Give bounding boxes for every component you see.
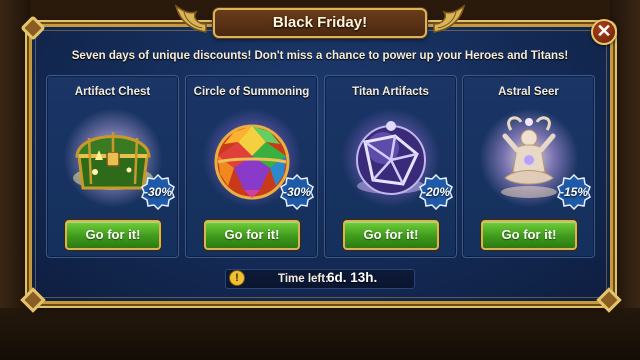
go-for-it-button[interactable]: Go for it! (65, 220, 161, 250)
time-left-value: 6d. 13h. (327, 270, 378, 285)
warning-icon: ! (229, 270, 245, 286)
offer-card-artifact-chest: Artifact Chest -30% Go for it! (46, 75, 179, 258)
offer-card-circle-of-summoning: Circle of Summoning -30% Go for it! (185, 75, 318, 258)
go-for-it-button[interactable]: Go for it! (481, 220, 577, 250)
game-screen: Black Friday! ✕ Seven days of unique dis… (0, 0, 640, 360)
offer-card-titan-artifacts: Titan Artifacts -20% Go for it! (324, 75, 457, 258)
dialog-subtitle: Seven days of unique discounts! Don't mi… (71, 50, 569, 62)
discount-label: -15% (559, 185, 588, 199)
left-wing-ornament-icon (174, 4, 207, 33)
discount-label: -30% (143, 185, 172, 199)
offer-title: Astral Seer (498, 86, 559, 98)
offer-card-astral-seer: Astral Seer -15% Go for it! (462, 75, 595, 258)
background-bottom (0, 308, 640, 360)
go-for-it-button[interactable]: Go for it! (343, 220, 439, 250)
offer-title: Circle of Summoning (193, 86, 310, 98)
offer-title: Titan Artifacts (352, 86, 429, 98)
discount-label: -30% (282, 185, 311, 199)
time-left-label: Time left: (278, 273, 329, 285)
discount-label: -20% (421, 185, 450, 199)
dialog-title: Black Friday! (272, 14, 368, 31)
offer-title: Artifact Chest (74, 86, 151, 98)
dialog-title-plate: Black Friday! (213, 8, 427, 38)
right-wing-ornament-icon (433, 4, 466, 33)
go-for-it-button[interactable]: Go for it! (204, 220, 300, 250)
close-button[interactable]: ✕ (591, 19, 617, 45)
